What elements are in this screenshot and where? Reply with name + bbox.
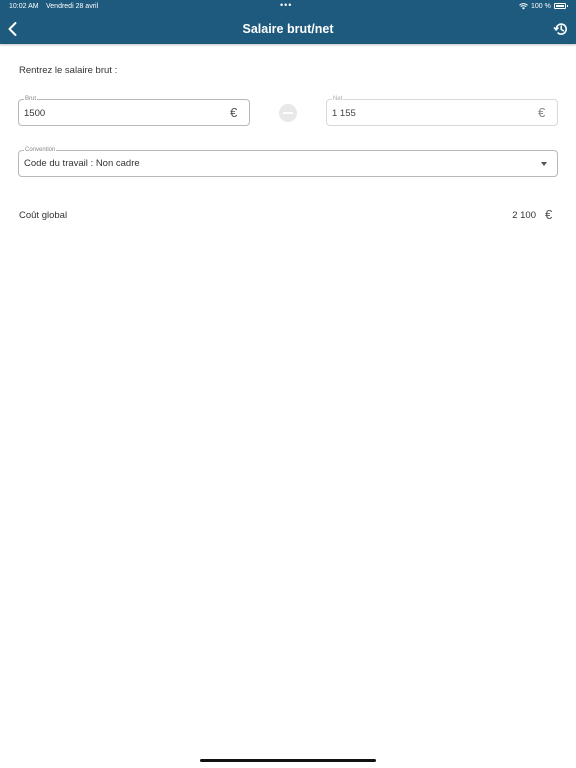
page-title: Salaire brut/net (242, 22, 334, 36)
net-label: Net (332, 95, 344, 103)
net-input[interactable]: 1 155 (332, 108, 512, 119)
convention-select[interactable]: Convention Code du travail : Non cadre (18, 146, 558, 177)
convention-value[interactable]: Code du travail : Non cadre (24, 158, 424, 169)
status-time: 10:02 AM (9, 3, 39, 10)
history-icon[interactable] (553, 21, 569, 37)
battery-percentage: 100 % (531, 3, 551, 10)
euro-icon: € (538, 105, 546, 120)
battery-icon (554, 3, 568, 9)
brut-field[interactable]: Brut 1500 € (18, 95, 250, 126)
global-cost-value: 2 100 (512, 210, 536, 221)
swap-button[interactable] (279, 104, 297, 122)
navigation-bar: Salaire brut/net (0, 14, 576, 44)
euro-icon: € (545, 207, 553, 222)
global-cost-label: Coût global (19, 210, 68, 221)
gross-salary-prompt: Rentrez le salaire brut : (19, 65, 118, 76)
home-indicator[interactable] (200, 759, 376, 762)
brut-label: Brut (24, 95, 38, 103)
swap-icon (283, 112, 293, 114)
status-bar: 10:02 AM Vendredi 28 avril ••• 100 % (0, 0, 576, 14)
multitask-dots[interactable]: ••• (280, 0, 292, 10)
wifi-icon (519, 3, 528, 10)
status-date: Vendredi 28 avril (46, 3, 99, 10)
dropdown-caret-icon[interactable] (541, 162, 547, 166)
net-field[interactable]: Net 1 155 € (326, 95, 558, 126)
brut-input[interactable]: 1500 (24, 108, 204, 119)
convention-label: Convention (24, 146, 57, 154)
euro-icon: € (230, 105, 238, 120)
